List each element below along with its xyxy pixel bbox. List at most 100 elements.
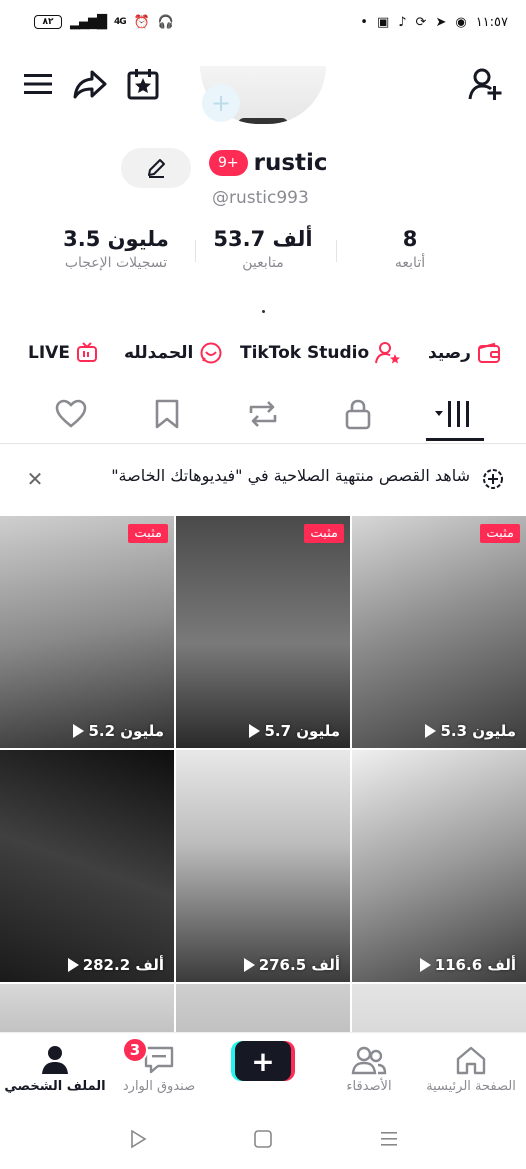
content-tabs <box>0 388 526 444</box>
wallet-icon <box>477 342 500 363</box>
status-left: ٨٢ ▂▄▆█ 4G ⏰ 🎧 <box>34 15 174 30</box>
close-icon[interactable]: ✕ <box>24 467 46 491</box>
nav-profile-label: الملف الشخصي <box>4 1079 106 1094</box>
nav-inbox[interactable]: صندوق الوارد 3 <box>104 1037 214 1094</box>
tv-icon <box>76 342 97 362</box>
pinned-badge: مثبت <box>480 524 520 543</box>
view-count: 5.2 مليون <box>73 722 164 740</box>
video-thumbnail[interactable] <box>176 984 350 1036</box>
nav-home-label: الصفحة الرئيسية <box>426 1079 516 1094</box>
notice-text: شاهد القصص منتهية الصلاحية في "فيديوهاتك… <box>111 466 470 485</box>
bookmark-icon <box>155 399 179 429</box>
nav-profile[interactable]: الملف الشخصي <box>0 1041 110 1094</box>
studio-label: TikTok Studio <box>240 343 370 363</box>
likes-value: 3.5 مليون <box>63 227 169 251</box>
view-count: 116.6 ألف <box>419 956 516 974</box>
notification-badge[interactable]: 9+ <box>209 150 248 176</box>
likes-label: تسجيلات الإعجاب <box>64 255 168 271</box>
video-thumbnail[interactable] <box>0 984 174 1036</box>
video-thumbnail[interactable] <box>352 984 526 1036</box>
sync-icon: ⟳ <box>415 14 427 30</box>
home-square-icon[interactable] <box>248 1124 278 1154</box>
profile-handle: @rustic993 <box>212 188 309 208</box>
view-count-text: 282.2 ألف <box>82 956 164 974</box>
friends-icon <box>351 1046 387 1075</box>
play-icon <box>67 958 79 972</box>
telegram-icon: ➤ <box>435 14 447 30</box>
tab-videos[interactable] <box>428 394 482 434</box>
video-thumbnail[interactable]: 282.2 ألف <box>0 750 174 982</box>
heart-icon <box>55 399 87 428</box>
stat-divider <box>336 240 337 262</box>
star-calendar-icon[interactable] <box>125 64 161 104</box>
following-value: 8 <box>402 227 418 251</box>
bottom-nav: الملف الشخصي صندوق الوارد 3 + الأصدقاء ا… <box>0 1032 526 1106</box>
active-tab-indicator <box>426 438 484 441</box>
play-icon <box>243 958 255 972</box>
view-count-text: 276.5 ألف <box>258 956 340 974</box>
video-grid: مثبت 5.3 مليون مثبت 5.7 مليون مثبت 5.2 م… <box>0 516 526 1036</box>
repost-icon <box>249 401 277 427</box>
profile-stats: 3.5 مليون تسجيلات الإعجاب 53.7 ألف متابع… <box>0 224 526 284</box>
nav-friends-label: الأصدقاء <box>346 1079 392 1094</box>
video-thumbnail[interactable]: مثبت 5.3 مليون <box>352 516 526 748</box>
hamburger-icon[interactable] <box>20 64 56 104</box>
balance-link[interactable]: رصيد <box>428 336 501 370</box>
video-thumbnail[interactable]: مثبت 5.2 مليون <box>0 516 174 748</box>
view-count-text: 5.7 مليون <box>264 722 340 740</box>
lock-icon <box>345 399 371 430</box>
expired-stories-notice[interactable]: ✕ شاهد القصص منتهية الصلاحية في "فيديوها… <box>0 456 526 502</box>
view-count-text: 5.2 مليون <box>88 722 164 740</box>
stat-likes[interactable]: 3.5 مليون تسجيلات الإعجاب <box>48 224 184 272</box>
tab-private[interactable] <box>338 394 378 434</box>
view-count: 5.3 مليون <box>425 722 516 740</box>
video-thumbnail[interactable]: 276.5 ألف <box>176 750 350 982</box>
recents-icon[interactable] <box>374 1124 404 1154</box>
edit-profile-button[interactable] <box>121 148 191 188</box>
inbox-badge: 3 <box>122 1037 148 1063</box>
tab-saved[interactable] <box>147 394 187 434</box>
pinned-badge: مثبت <box>128 524 168 543</box>
alarm-icon: ⏰ <box>133 14 150 30</box>
creator-link[interactable]: الحمدلله <box>124 336 223 370</box>
profile-icon <box>42 1046 68 1074</box>
status-right: • ▣ ♪ ⟳ ➤ ◉ ١١:٥٧ <box>360 15 508 30</box>
view-count-text: 5.3 مليون <box>440 722 516 740</box>
add-avatar-icon[interactable]: + <box>202 84 240 122</box>
tiktok-icon: ♪ <box>398 14 407 30</box>
battery-icon: ٨٢ <box>34 15 62 29</box>
tab-reposts[interactable] <box>243 394 283 434</box>
nav-friends[interactable]: الأصدقاء <box>314 1041 424 1094</box>
tab-liked[interactable] <box>51 394 91 434</box>
headset-icon: 🎧 <box>157 14 175 30</box>
video-thumbnail[interactable]: مثبت 5.7 مليون <box>176 516 350 748</box>
studio-link[interactable]: TikTok Studio <box>240 336 401 370</box>
network-label: 4G <box>114 17 127 27</box>
following-label: أتابعه <box>394 255 426 271</box>
add-story-icon <box>483 469 503 489</box>
add-user-icon[interactable] <box>468 64 504 104</box>
stat-following[interactable]: 8 أتابعه <box>376 224 444 272</box>
share-arrow-icon[interactable] <box>72 64 108 104</box>
stat-followers[interactable]: 53.7 ألف متابعين <box>204 224 322 272</box>
live-link[interactable]: LIVE <box>28 336 98 370</box>
status-bar: ٨٢ ▂▄▆█ 4G ⏰ 🎧 • ▣ ♪ ⟳ ➤ ◉ ١١:٥٧ <box>0 0 526 44</box>
view-count: 5.7 مليون <box>249 722 340 740</box>
play-icon <box>249 724 261 738</box>
followers-value: 53.7 ألف <box>213 227 313 251</box>
video-thumbnail[interactable]: 116.6 ألف <box>352 750 526 982</box>
followers-label: متابعين <box>242 255 284 271</box>
bio-dot <box>262 310 265 313</box>
play-icon <box>73 724 85 738</box>
pencil-icon <box>148 159 165 178</box>
notification-dot-icon: • <box>360 14 368 30</box>
signal-icon: ▂▄▆█ <box>70 14 107 30</box>
view-count: 276.5 ألف <box>243 956 340 974</box>
view-count-text: 116.6 ألف <box>434 956 516 974</box>
nav-home[interactable]: الصفحة الرئيسية <box>416 1041 526 1094</box>
nav-inbox-label: صندوق الوارد <box>122 1079 196 1094</box>
profile-name-row: 9+ rustic <box>209 150 328 176</box>
live-label: LIVE <box>28 343 70 363</box>
back-icon[interactable] <box>123 1124 153 1154</box>
create-button[interactable]: + <box>231 1041 295 1081</box>
